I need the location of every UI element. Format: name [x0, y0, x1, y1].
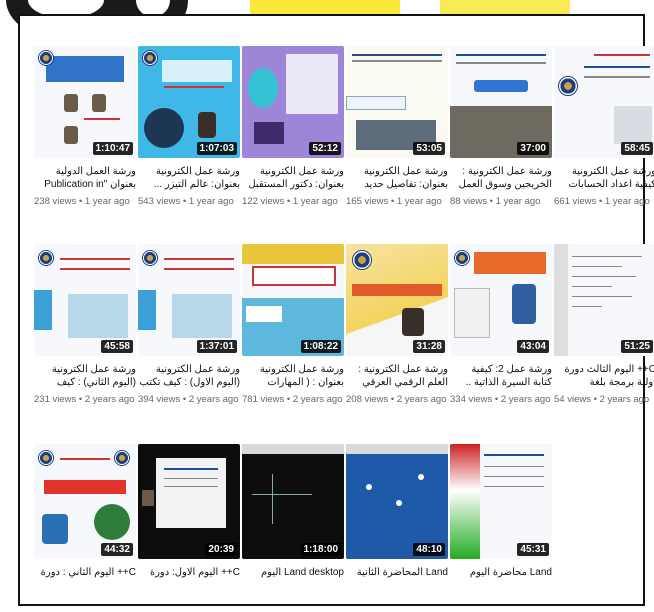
video-card[interactable]: 52:12 ورشة عمل الكترونية بعنوان: دكتور ا… [242, 46, 344, 207]
video-card[interactable]: 45:31 Land محاضرة اليوم الاول دورة برنام… [450, 444, 552, 580]
video-thumbnail[interactable]: 1:37:01 [138, 244, 240, 356]
video-card[interactable]: 37:00 ورشة عمل الكترونية : الخريجين وسوق… [450, 46, 552, 207]
video-meta: 231 views • 2 years ago [34, 394, 135, 405]
video-title[interactable]: C++ اليوم الثالث دورة اولية برمجة بلغة [554, 363, 654, 389]
video-card[interactable]: 1:10:47 ورشة العمل الدولية بعنوان "Publi… [34, 46, 136, 207]
video-card[interactable]: 20:39 C++ اليوم الاول: دورة اولية برمجة … [138, 444, 240, 580]
video-card[interactable]: 43:04 ورشة عمل 2: كيفية كتابة السيرة الذ… [450, 244, 552, 405]
video-card[interactable]: 45:58 ورشة عمل الكترونية (اليوم الثاني) … [34, 244, 136, 405]
video-title[interactable]: ورشة العمل الدولية بعنوان "Publication i… [34, 165, 136, 191]
video-title[interactable]: ورشة عمل الكترونية (اليوم الاول) : كيف ت… [138, 363, 240, 389]
video-card[interactable]: 51:25 C++ اليوم الثالث دورة اولية برمجة … [554, 244, 654, 405]
video-card[interactable]: 48:10 Land المحاضرة الثانية دورة برنامج [346, 444, 448, 580]
video-meta: 165 views • 1 year ago [346, 196, 442, 207]
video-duration: 45:31 [517, 543, 549, 556]
video-card[interactable]: 58:45 ورشة عمل الكترونية كيفية اعداد الح… [554, 46, 654, 207]
video-card[interactable]: 31:28 ورشة عمل الكترونية : العلم الرقمي … [346, 244, 448, 405]
video-grid-frame: 1:10:47 ورشة العمل الدولية بعنوان "Publi… [18, 14, 654, 606]
video-thumbnail[interactable]: 1:08:22 [242, 244, 344, 356]
video-thumbnail[interactable]: 51:25 [554, 244, 654, 356]
video-card[interactable]: 1:07:03 ورشة عمل الكترونية بعنوان: عالم … [138, 46, 240, 207]
video-duration: 53:05 [413, 142, 445, 155]
video-thumbnail[interactable]: 1:10:47 [34, 46, 136, 158]
video-card[interactable]: 53:05 ورشة عمل الكترونية بعنوان: تفاصيل … [346, 46, 448, 207]
video-meta: 54 views • 2 years ago [554, 394, 650, 405]
video-title[interactable]: ورشة عمل الكترونية : العلم الرقمي العرقي… [346, 363, 448, 389]
video-duration: 1:37:01 [196, 340, 237, 353]
video-title[interactable]: Land desktop اليوم الثالث دورة [242, 566, 344, 580]
video-card[interactable]: 1:18:00 Land desktop اليوم الثالث دورة [242, 444, 344, 580]
video-title[interactable]: ورشة عمل الكترونية بعنوان: دكتور المستقب… [242, 165, 344, 191]
video-title[interactable]: ورشة عمل الكترونية بعنوان : ( المهارات ا… [242, 363, 344, 389]
video-meta: 394 views • 2 years ago [138, 394, 239, 405]
video-thumbnail[interactable]: 1:18:00 [242, 444, 344, 559]
video-title[interactable]: Land المحاضرة الثانية دورة برنامج [346, 566, 448, 580]
video-thumbnail[interactable]: 1:07:03 [138, 46, 240, 158]
video-title[interactable]: ورشة عمل الكترونية : الخريجين وسوق العمل [450, 165, 552, 191]
video-title[interactable]: C++ اليوم الثاني : دورة اولية برمجة [34, 566, 136, 580]
video-meta: 661 views • 1 year ago [554, 196, 650, 207]
video-title[interactable]: C++ اليوم الاول: دورة اولية برمجة بلغة [138, 566, 240, 580]
video-duration: 37:00 [517, 142, 549, 155]
video-thumbnail[interactable]: 48:10 [346, 444, 448, 559]
video-title[interactable]: ورشة عمل الكترونية (اليوم الثاني) : كيف … [34, 363, 136, 389]
video-duration: 1:10:47 [92, 142, 133, 155]
video-thumbnail[interactable]: 53:05 [346, 46, 448, 158]
video-meta: 88 views • 1 year ago [450, 196, 541, 207]
video-thumbnail[interactable]: 52:12 [242, 46, 344, 158]
video-duration: 51:25 [621, 340, 653, 353]
video-meta: 781 views • 2 years ago [242, 394, 343, 405]
video-title[interactable]: ورشة عمل الكترونية بعنوان: عالم التيزر .… [138, 165, 240, 191]
video-meta: 238 views • 1 year ago [34, 196, 130, 207]
video-duration: 48:10 [413, 543, 445, 556]
video-thumbnail[interactable]: 31:28 [346, 244, 448, 356]
video-duration: 1:08:22 [300, 340, 341, 353]
video-title[interactable]: Land محاضرة اليوم الاول دورة برنامج [450, 566, 552, 580]
video-thumbnail[interactable]: 58:45 [554, 46, 654, 158]
video-thumbnail[interactable]: 20:39 [138, 444, 240, 559]
video-thumbnail[interactable]: 45:58 [34, 244, 136, 356]
video-thumbnail[interactable]: 37:00 [450, 46, 552, 158]
video-thumbnail[interactable]: 45:31 [450, 444, 552, 559]
video-card[interactable]: 44:32 C++ اليوم الثاني : دورة اولية برمج… [34, 444, 136, 580]
video-thumbnail[interactable]: 43:04 [450, 244, 552, 356]
video-duration: 45:58 [101, 340, 133, 353]
video-thumbnail[interactable]: 44:32 [34, 444, 136, 559]
video-duration: 31:28 [413, 340, 445, 353]
video-meta: 543 views • 1 year ago [138, 196, 234, 207]
video-meta: 334 views • 2 years ago [450, 394, 551, 405]
video-duration: 58:45 [621, 142, 653, 155]
video-duration: 52:12 [309, 142, 341, 155]
video-card[interactable]: 1:08:22 ورشة عمل الكترونية بعنوان : ( ال… [242, 244, 344, 405]
video-title[interactable]: ورشة عمل الكترونية كيفية اعداد الحسابات … [554, 165, 654, 191]
video-meta: 122 views • 1 year ago [242, 196, 338, 207]
video-duration: 1:07:03 [196, 142, 237, 155]
video-duration: 1:18:00 [300, 543, 341, 556]
video-title[interactable]: ورشة عمل الكترونية بعنوان: تفاصيل حديد ا… [346, 165, 448, 191]
video-duration: 43:04 [517, 340, 549, 353]
video-meta: 208 views • 2 years ago [346, 394, 447, 405]
video-card[interactable]: 1:37:01 ورشة عمل الكترونية (اليوم الاول)… [138, 244, 240, 405]
video-title[interactable]: ورشة عمل 2: كيفية كتابة السيرة الذاتية .… [450, 363, 552, 389]
video-duration: 20:39 [205, 543, 237, 556]
video-duration: 44:32 [101, 543, 133, 556]
